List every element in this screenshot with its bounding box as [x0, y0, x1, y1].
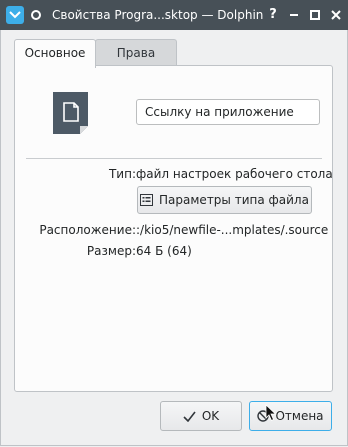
separator: [26, 158, 322, 159]
file-name-input[interactable]: Ссылку на приложение: [136, 99, 320, 125]
minimize-icon[interactable]: [287, 8, 301, 22]
cancel-label: Отмена: [275, 409, 324, 423]
maximize-icon[interactable]: [308, 8, 322, 22]
type-value: файл настроек рабочего стола: [136, 167, 333, 181]
tab-general[interactable]: Основное: [14, 39, 96, 68]
window-title: Свойства Progra...sktop — Dolphin: [52, 8, 264, 22]
location-label: Расположение:: [39, 223, 136, 237]
file-type-options-button[interactable]: Параметры типа файла: [137, 186, 312, 214]
window-menu-icon[interactable]: [6, 6, 24, 24]
check-icon: [183, 411, 196, 422]
type-label: Тип:: [108, 167, 136, 181]
location-value: :/kio5/newfile-...mplates/.source: [136, 223, 329, 237]
file-type-options-label: Параметры типа файла: [159, 193, 309, 207]
pin-icon[interactable]: [27, 6, 45, 24]
ok-label: OK: [201, 409, 220, 423]
document-icon: [53, 92, 88, 134]
cancel-button[interactable]: Отмена: [249, 401, 332, 431]
settings-list-icon: [140, 194, 154, 206]
close-icon[interactable]: [329, 8, 343, 22]
size-label: Размер:: [86, 244, 136, 258]
tab-permissions[interactable]: Права: [95, 39, 177, 67]
size-value: 64 Б (64): [136, 244, 192, 258]
help-icon[interactable]: ?: [266, 8, 280, 22]
ok-button[interactable]: OK: [160, 401, 242, 431]
title-bar: Свойства Progra...sktop — Dolphin ?: [0, 0, 348, 30]
mouse-cursor-icon: [265, 404, 277, 425]
